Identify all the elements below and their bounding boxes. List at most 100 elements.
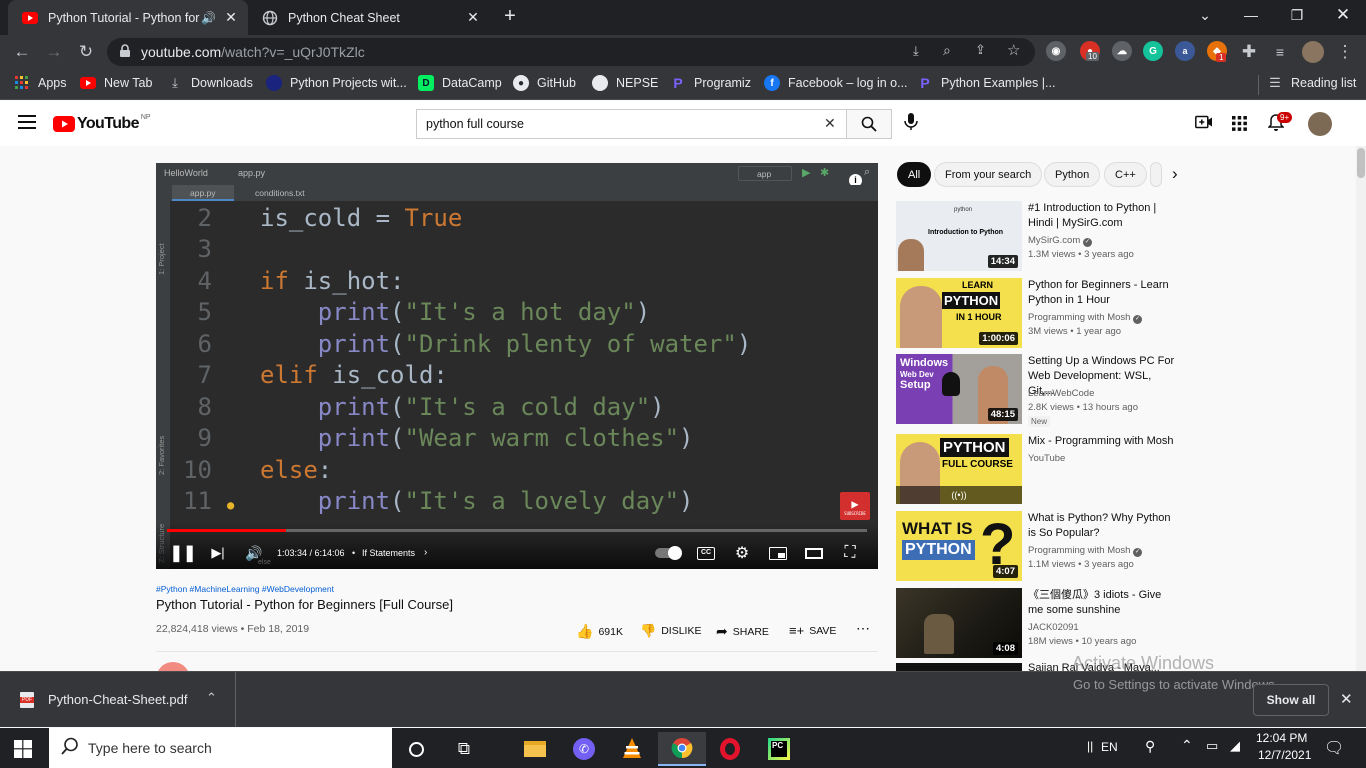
chip-python[interactable]: Python bbox=[1044, 162, 1101, 187]
chip-all[interactable]: All bbox=[897, 162, 932, 187]
bookmark-python-projects[interactable]: Python Projects wit... bbox=[266, 75, 407, 91]
bookmark-downloads[interactable]: ⤓ Downloads bbox=[167, 75, 253, 91]
video-thumbnail[interactable]: LEARN PYTHON IN 1 HOUR 1:00:06 bbox=[896, 278, 1022, 348]
minimize-button[interactable]: — bbox=[1228, 0, 1274, 30]
share-button[interactable]: ➦ SHARE bbox=[716, 623, 769, 640]
camera-extension-icon[interactable]: ◉ bbox=[1046, 41, 1066, 61]
install-app-icon[interactable]: ⤓ bbox=[913, 43, 919, 59]
page-scrollbar[interactable] bbox=[1356, 146, 1366, 671]
close-window-button[interactable]: ✕ bbox=[1320, 0, 1366, 30]
pycharm-icon[interactable]: PC bbox=[755, 732, 803, 766]
recommendation-item[interactable]: python Introduction to Python 14:34 #1 I… bbox=[896, 201, 1356, 271]
save-button[interactable]: ≡+ SAVE bbox=[789, 623, 836, 638]
captions-button[interactable]: CC bbox=[697, 547, 715, 560]
settings-gear-icon[interactable]: ⚙ bbox=[732, 543, 752, 563]
back-button[interactable]: ← bbox=[9, 39, 35, 65]
wifi-icon[interactable]: ◢ bbox=[1230, 738, 1240, 754]
vlc-icon[interactable] bbox=[608, 732, 656, 766]
close-download-shelf-icon[interactable]: ✕ bbox=[1340, 690, 1353, 708]
forward-button[interactable]: → bbox=[41, 39, 67, 65]
recommendation-item[interactable]: LEARN PYTHON IN 1 HOUR 1:00:06 Python fo… bbox=[896, 278, 1356, 348]
viber-icon[interactable]: ✆ bbox=[560, 732, 608, 766]
bookmark-new-tab[interactable]: New Tab bbox=[80, 75, 152, 91]
lock-icon[interactable] bbox=[119, 44, 131, 63]
chip-from-your-search[interactable]: From your search bbox=[934, 162, 1043, 187]
clock-time[interactable]: 12:04 PM bbox=[1256, 731, 1307, 745]
tab-python-cheat-sheet[interactable]: Python Cheat Sheet ✕ bbox=[248, 0, 490, 35]
tray-chevron-icon[interactable]: ⌃ bbox=[1181, 737, 1193, 754]
apps-grid-icon[interactable] bbox=[1232, 116, 1247, 136]
tab-python-tutorial[interactable]: Python Tutorial - Python for 🔊 ✕ bbox=[8, 0, 248, 35]
fullscreen-button[interactable]: ⛶ bbox=[840, 543, 860, 563]
video-hashtags[interactable]: #Python #MachineLearning #WebDevelopment bbox=[156, 584, 334, 594]
people-icon[interactable]: ⚲ bbox=[1145, 738, 1155, 755]
chip-more[interactable] bbox=[1150, 162, 1162, 187]
pause-button[interactable]: ❚❚ bbox=[170, 543, 197, 563]
chapter-chevron-icon[interactable]: › bbox=[424, 547, 427, 558]
subscribe-watermark[interactable]: ▶ SUBSCRIBE bbox=[840, 492, 870, 520]
youtube-logo[interactable]: YouTube NP bbox=[53, 114, 151, 133]
chapter-title[interactable]: If Statements bbox=[362, 548, 415, 558]
clock-date[interactable]: 12/7/2021 bbox=[1258, 748, 1311, 762]
reading-list-button[interactable]: ☰ Reading list bbox=[1267, 75, 1356, 91]
action-center-icon[interactable]: 🗨 bbox=[1324, 738, 1344, 758]
maximize-button[interactable]: ❐ bbox=[1274, 0, 1320, 30]
next-button[interactable]: ▶| bbox=[208, 543, 228, 563]
address-bar[interactable]: youtube.com/watch?v=_uQrJ0TkZlc ⤓ ⌕ ⇪ ☆ bbox=[107, 38, 1035, 66]
clear-search-icon[interactable]: ✕ bbox=[824, 115, 836, 132]
reload-button[interactable]: ↻ bbox=[73, 39, 99, 65]
show-all-downloads-button[interactable]: Show all bbox=[1253, 684, 1329, 716]
recommendation-item[interactable]: WHAT IS PYTHON ? 4:07 What is Python? Wh… bbox=[896, 511, 1356, 581]
opera-icon[interactable] bbox=[706, 732, 754, 766]
video-thumbnail[interactable]: PYTHON FULL COURSE ((•)) bbox=[896, 434, 1022, 504]
dislike-button[interactable]: 👎 DISLIKE bbox=[640, 623, 701, 639]
close-tab-icon[interactable]: ✕ bbox=[464, 9, 482, 26]
cloud-extension-icon[interactable]: ☁ bbox=[1112, 41, 1132, 61]
voice-search-icon[interactable] bbox=[904, 113, 918, 136]
media-control-icon[interactable]: ≡ bbox=[1267, 39, 1293, 65]
bookmark-apps[interactable]: Apps bbox=[14, 75, 67, 91]
share-icon[interactable]: ⇪ bbox=[975, 42, 986, 58]
extensions-puzzle-icon[interactable]: ✚ bbox=[1236, 39, 1262, 65]
theater-mode-button[interactable] bbox=[805, 548, 823, 559]
download-item[interactable]: PDF Python-Cheat-Sheet.pdf ⌃ bbox=[0, 672, 236, 727]
menu-hamburger-icon[interactable] bbox=[18, 115, 36, 129]
task-view-icon[interactable]: ⧉ bbox=[440, 732, 488, 766]
translate-extension-icon[interactable]: a bbox=[1175, 41, 1195, 61]
bookmark-facebook[interactable]: f Facebook – log in o... bbox=[764, 75, 908, 91]
video-thumbnail[interactable]: Windows Web Dev Setup 48:15 bbox=[896, 354, 1022, 424]
bookmark-nepse[interactable]: NEPSE bbox=[592, 75, 658, 91]
tab-search-icon[interactable]: ⌄ bbox=[1182, 0, 1228, 30]
bookmark-star-icon[interactable]: ☆ bbox=[1007, 41, 1020, 59]
battery-icon[interactable]: ▭ bbox=[1206, 738, 1218, 754]
new-tab-button[interactable]: + bbox=[498, 4, 522, 28]
bookmark-python-examples[interactable]: P Python Examples |... bbox=[917, 75, 1055, 91]
chip-next-chevron-icon[interactable]: › bbox=[1172, 164, 1178, 184]
grammarly-icon[interactable]: G bbox=[1143, 41, 1163, 61]
miniplayer-button[interactable] bbox=[769, 547, 787, 560]
profile-avatar[interactable] bbox=[1302, 41, 1324, 63]
bookmark-programiz[interactable]: P Programiz bbox=[670, 75, 751, 91]
zoom-icon[interactable]: ⌕ bbox=[943, 42, 951, 59]
progress-bar[interactable] bbox=[167, 529, 867, 532]
video-player[interactable]: HelloWorld app.py app ▶ ✱ i ⌕ app.py con… bbox=[156, 163, 878, 569]
video-thumbnail[interactable] bbox=[896, 663, 1022, 671]
create-video-icon[interactable] bbox=[1195, 115, 1213, 134]
video-thumbnail[interactable]: WHAT IS PYTHON ? 4:07 bbox=[896, 511, 1022, 581]
windows-start-icon[interactable] bbox=[14, 740, 32, 763]
recommendation-item[interactable]: 4:08 《三個傻瓜》3 idiots - Give me some sunsh… bbox=[896, 588, 1356, 658]
chrome-taskbar-icon[interactable] bbox=[658, 732, 706, 766]
audio-playing-icon[interactable]: 🔊 bbox=[201, 11, 216, 25]
bookmark-datacamp[interactable]: D DataCamp bbox=[418, 75, 502, 91]
bookmark-github[interactable]: ● GitHub bbox=[513, 75, 576, 91]
chrome-menu-icon[interactable]: ⋮ bbox=[1332, 39, 1358, 65]
taskbar-search-box[interactable]: Type here to search bbox=[49, 728, 392, 768]
video-thumbnail[interactable]: python Introduction to Python 14:34 bbox=[896, 201, 1022, 271]
download-options-chevron-icon[interactable]: ⌃ bbox=[206, 690, 217, 706]
file-explorer-icon[interactable] bbox=[511, 732, 559, 766]
search-box[interactable]: ✕ bbox=[416, 109, 846, 139]
close-tab-icon[interactable]: ✕ bbox=[222, 9, 240, 26]
autoplay-toggle[interactable] bbox=[655, 546, 682, 560]
search-button[interactable] bbox=[846, 109, 892, 139]
search-input[interactable] bbox=[426, 117, 806, 131]
